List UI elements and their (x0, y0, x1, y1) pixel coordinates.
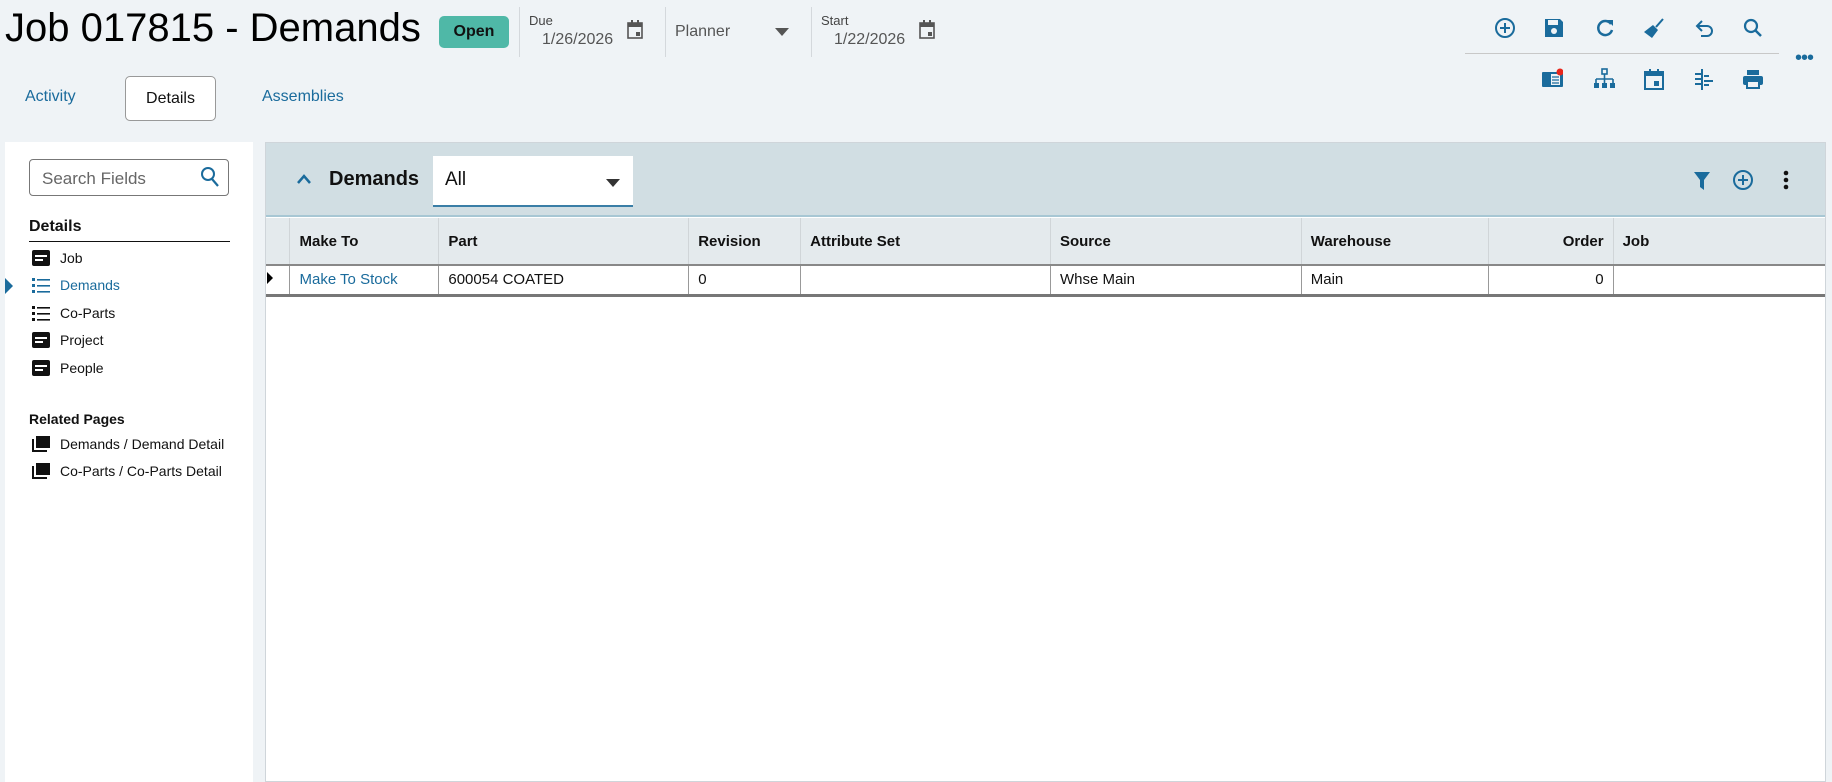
filter-icon[interactable] (1694, 172, 1710, 190)
calendar-icon[interactable] (919, 20, 935, 39)
table-row[interactable]: Make To Stock 600054 COATED 0 Whse Main … (266, 265, 1825, 297)
cell-revision[interactable]: 0 (688, 265, 802, 297)
related-page-label: Co-Parts / Co-Parts Detail (60, 463, 222, 479)
start-date-field[interactable]: 1/22/2026 (834, 31, 905, 49)
print-icon[interactable] (1741, 67, 1765, 91)
due-label: Due (529, 13, 553, 28)
demands-filter-select[interactable]: All (433, 156, 633, 207)
sidebar-item-people[interactable]: People (32, 360, 104, 376)
search-fields-input[interactable]: Search Fields (29, 159, 229, 196)
save-icon[interactable] (1542, 16, 1566, 40)
divider (29, 241, 230, 242)
pages-icon (32, 436, 50, 452)
sidebar (5, 142, 253, 782)
start-label: Start (821, 13, 849, 28)
tab-details[interactable]: Details (125, 76, 216, 121)
tab-assemblies[interactable]: Assemblies (262, 88, 344, 106)
list-icon (32, 278, 50, 293)
tab-activity[interactable]: Activity (25, 88, 76, 106)
divider (519, 7, 520, 57)
notes-icon[interactable] (1540, 67, 1564, 91)
row-selector-header (266, 218, 291, 266)
page-title: Job 017815 - Demands (5, 6, 421, 50)
column-header[interactable]: Revision (688, 218, 802, 266)
related-pages-heading: Related Pages (29, 411, 125, 427)
chevron-down-icon[interactable] (775, 28, 789, 36)
sidebar-item-label: Project (60, 332, 104, 348)
column-header[interactable]: Make To (289, 218, 440, 266)
column-header[interactable]: Order (1488, 218, 1614, 266)
demands-panel: Demands All Make To Part Revision Attrib… (265, 142, 1826, 782)
sidebar-item-label: People (60, 360, 104, 376)
chevron-up-icon[interactable] (296, 173, 312, 185)
tree-icon[interactable] (1592, 67, 1616, 91)
calendar-icon[interactable] (627, 20, 643, 39)
cell-warehouse[interactable]: Main (1301, 265, 1489, 297)
panel-title: Demands (329, 168, 420, 190)
split-icon[interactable] (1692, 67, 1716, 91)
calendar-icon[interactable] (1642, 67, 1666, 91)
details-heading: Details (29, 218, 82, 235)
column-header[interactable]: Job (1613, 218, 1825, 266)
cell-make-to[interactable]: Make To Stock (289, 265, 440, 297)
card-icon (32, 332, 50, 348)
cell-source[interactable]: Whse Main (1050, 265, 1302, 297)
cell-order[interactable]: 0 (1488, 265, 1614, 297)
divider (811, 7, 812, 57)
sidebar-item-project[interactable]: Project (32, 332, 104, 348)
add-icon[interactable] (1493, 16, 1517, 40)
toolbar-divider (1465, 53, 1779, 54)
sidebar-item-label: Co-Parts (60, 305, 116, 321)
column-header[interactable]: Attribute Set (800, 218, 1051, 266)
divider (665, 7, 666, 57)
more-icon[interactable]: ••• (1795, 47, 1814, 70)
demands-grid: Make To Part Revision Attribute Set Sour… (266, 218, 1825, 297)
card-icon (32, 250, 50, 266)
add-row-icon[interactable] (1732, 169, 1754, 191)
cell-attribute-set[interactable] (800, 265, 1051, 297)
related-page-co-parts-detail[interactable]: Co-Parts / Co-Parts Detail (32, 463, 222, 479)
pages-icon (32, 463, 50, 479)
sidebar-item-label: Demands (60, 277, 120, 293)
cell-job[interactable] (1613, 265, 1825, 297)
cell-part[interactable]: 600054 COATED (438, 265, 690, 297)
search-icon[interactable] (200, 166, 220, 188)
related-page-demand-detail[interactable]: Demands / Demand Detail (32, 436, 224, 452)
column-header[interactable]: Warehouse (1301, 218, 1489, 266)
search-icon[interactable] (1741, 16, 1765, 40)
planner-select[interactable]: Planner (675, 23, 730, 41)
column-header[interactable]: Source (1050, 218, 1302, 266)
current-row-icon (267, 272, 273, 285)
grid-header-row: Make To Part Revision Attribute Set Sour… (266, 218, 1825, 266)
related-page-label: Demands / Demand Detail (60, 436, 225, 452)
sidebar-item-job[interactable]: Job (32, 250, 83, 266)
kebab-menu-icon[interactable] (1783, 170, 1789, 190)
card-icon (32, 360, 50, 376)
status-badge: Open (439, 16, 509, 48)
clear-icon[interactable] (1642, 16, 1666, 40)
selected-indicator-icon (5, 278, 13, 294)
row-selector[interactable] (266, 265, 291, 297)
chevron-down-icon[interactable] (606, 179, 620, 187)
sidebar-item-co-parts[interactable]: Co-Parts (32, 305, 115, 321)
undo-icon[interactable] (1692, 16, 1716, 40)
column-header[interactable]: Part (438, 218, 690, 266)
due-date-field[interactable]: 1/26/2026 (542, 31, 613, 49)
list-icon (32, 306, 50, 321)
refresh-icon[interactable] (1593, 16, 1617, 40)
sidebar-item-demands[interactable]: Demands (32, 277, 120, 293)
sidebar-item-label: Job (60, 250, 83, 266)
